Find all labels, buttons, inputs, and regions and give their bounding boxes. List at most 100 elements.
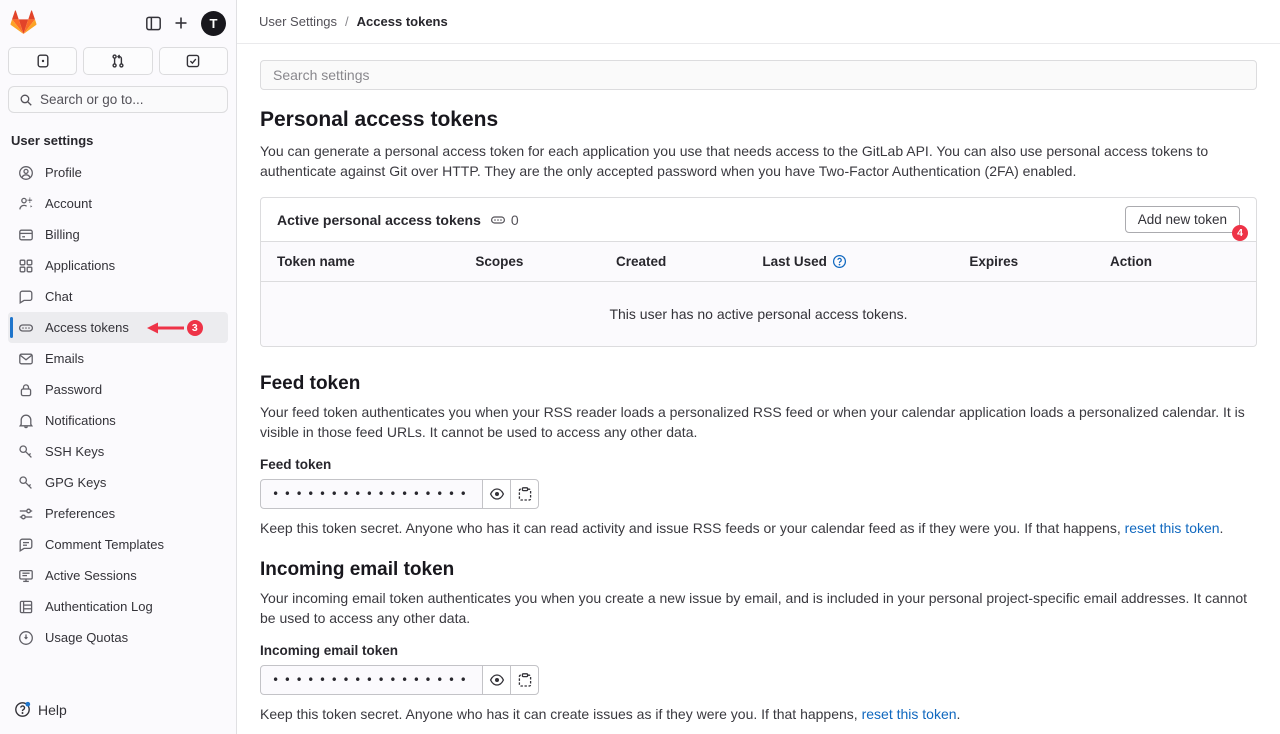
eye-icon <box>489 672 505 688</box>
breadcrumb-current: Access tokens <box>357 14 448 29</box>
note-text: . <box>957 706 961 722</box>
todo-button[interactable] <box>159 47 228 75</box>
sidebar-item-profile[interactable]: Profile <box>8 157 228 188</box>
sidebar-item-notifications[interactable]: Notifications <box>8 405 228 436</box>
note-text: Keep this token secret. Anyone who has i… <box>260 520 1125 536</box>
incoming-email-token-group <box>260 665 1257 695</box>
reset-feed-token-link[interactable]: reset this token <box>1125 520 1220 536</box>
col-last-used-label: Last Used <box>762 254 827 269</box>
sidebar-item-label: GPG Keys <box>45 475 106 490</box>
sidebar-item-gpg-keys[interactable]: GPG Keys <box>8 467 228 498</box>
sidebar-item-label: Applications <box>45 258 115 273</box>
note-text: Keep this token secret. Anyone who has i… <box>260 706 862 722</box>
help-label: Help <box>38 702 67 718</box>
key-icon <box>18 475 34 491</box>
copy-token-button[interactable] <box>510 479 539 509</box>
feed-token-input[interactable] <box>260 479 483 509</box>
log-icon <box>18 599 34 615</box>
sidebar-item-usage-quotas[interactable]: Usage Quotas <box>8 622 228 653</box>
gauge-icon <box>18 630 34 646</box>
sidebar-toggle-icon[interactable] <box>139 9 167 37</box>
incoming-email-token-label: Incoming email token <box>260 643 1257 658</box>
sidebar-item-label: Notifications <box>45 413 116 428</box>
issues-button[interactable] <box>8 47 77 75</box>
sidebar-item-authentication-log[interactable]: Authentication Log <box>8 591 228 622</box>
applications-icon <box>18 258 34 274</box>
help-button[interactable]: Help <box>0 688 236 734</box>
sidebar-item-preferences[interactable]: Preferences <box>8 498 228 529</box>
card-header: Active personal access tokens 0 Add new … <box>261 198 1256 241</box>
token-icon <box>18 320 34 336</box>
email-icon <box>18 351 34 367</box>
sidebar-item-label: Access tokens <box>45 320 129 335</box>
reveal-token-button[interactable] <box>482 665 511 695</box>
sidebar-item-label: Active Sessions <box>45 568 137 583</box>
lock-icon <box>18 382 34 398</box>
sidebar-item-emails[interactable]: Emails <box>8 343 228 374</box>
active-tokens-card: Active personal access tokens 0 Add new … <box>260 197 1257 347</box>
tokens-table-header: Token name Scopes Created Last Used Expi… <box>261 241 1256 281</box>
sidebar-item-ssh-keys[interactable]: SSH Keys <box>8 436 228 467</box>
plus-icon[interactable] <box>167 9 195 37</box>
comment-icon <box>18 537 34 553</box>
avatar[interactable]: T <box>201 11 226 36</box>
reveal-token-button[interactable] <box>482 479 511 509</box>
breadcrumb-parent[interactable]: User Settings <box>259 14 337 29</box>
incoming-email-token-title: Incoming email token <box>260 559 1257 581</box>
merge-request-button[interactable] <box>83 47 152 75</box>
question-icon[interactable] <box>832 254 847 269</box>
incoming-email-token-note: Keep this token secret. Anyone who has i… <box>260 704 1257 724</box>
add-new-token-button[interactable]: Add new token 4 <box>1125 206 1240 233</box>
settings-content: Personal access tokens You can generate … <box>237 44 1280 734</box>
account-icon <box>18 196 34 212</box>
sidebar-nav: Profile Account Billing Applications Cha… <box>0 157 236 688</box>
sidebar-item-label: Emails <box>45 351 84 366</box>
settings-search-input[interactable] <box>260 60 1257 90</box>
arrow-left-icon <box>147 321 185 335</box>
col-created: Created <box>616 254 762 269</box>
tutorial-annotation: 3 <box>147 320 203 336</box>
search-label: Search or go to... <box>40 92 144 107</box>
token-count: 0 <box>490 212 519 228</box>
col-token-name: Token name <box>277 254 475 269</box>
sidebar-section-label: User settings <box>0 117 236 157</box>
sidebar-item-active-sessions[interactable]: Active Sessions <box>8 560 228 591</box>
sidebar-item-applications[interactable]: Applications <box>8 250 228 281</box>
search-or-go-to[interactable]: Search or go to... <box>8 86 228 113</box>
sidebar-item-label: Billing <box>45 227 80 242</box>
card-title: Active personal access tokens <box>277 212 481 228</box>
token-icon <box>490 212 506 228</box>
incoming-email-token-input[interactable] <box>260 665 483 695</box>
sidebar-item-chat[interactable]: Chat <box>8 281 228 312</box>
sidebar-item-label: Authentication Log <box>45 599 153 614</box>
sidebar-item-comment-templates[interactable]: Comment Templates <box>8 529 228 560</box>
breadcrumb-separator: / <box>345 14 349 29</box>
sidebar-item-billing[interactable]: Billing <box>8 219 228 250</box>
profile-icon <box>18 165 34 181</box>
col-scopes: Scopes <box>475 254 616 269</box>
pat-description: You can generate a personal access token… <box>260 141 1257 181</box>
sidebar-item-password[interactable]: Password <box>8 374 228 405</box>
incoming-email-token-description: Your incoming email token authenticates … <box>260 588 1257 628</box>
feed-token-label: Feed token <box>260 457 1257 472</box>
sidebar-item-label: Account <box>45 196 92 211</box>
gitlab-logo-icon[interactable] <box>10 10 37 36</box>
reset-incoming-email-token-link[interactable]: reset this token <box>862 706 957 722</box>
app-window: T <box>0 0 1280 734</box>
eye-icon <box>489 486 505 502</box>
feed-token-note: Keep this token secret. Anyone who has i… <box>260 518 1257 538</box>
feed-token-title: Feed token <box>260 373 1257 395</box>
feed-token-group <box>260 479 1257 509</box>
sliders-icon <box>18 506 34 522</box>
copy-token-button[interactable] <box>510 665 539 695</box>
sidebar-header: T <box>0 0 236 41</box>
col-last-used: Last Used <box>762 254 969 269</box>
note-text: . <box>1220 520 1224 536</box>
sidebar-item-label: SSH Keys <box>45 444 104 459</box>
bell-icon <box>18 413 34 429</box>
annotation-badge: 4 <box>1232 225 1248 241</box>
sidebar-item-label: Chat <box>45 289 72 304</box>
sidebar-item-account[interactable]: Account <box>8 188 228 219</box>
sidebar-item-label: Comment Templates <box>45 537 164 552</box>
sidebar-item-access-tokens[interactable]: Access tokens 3 <box>8 312 228 343</box>
